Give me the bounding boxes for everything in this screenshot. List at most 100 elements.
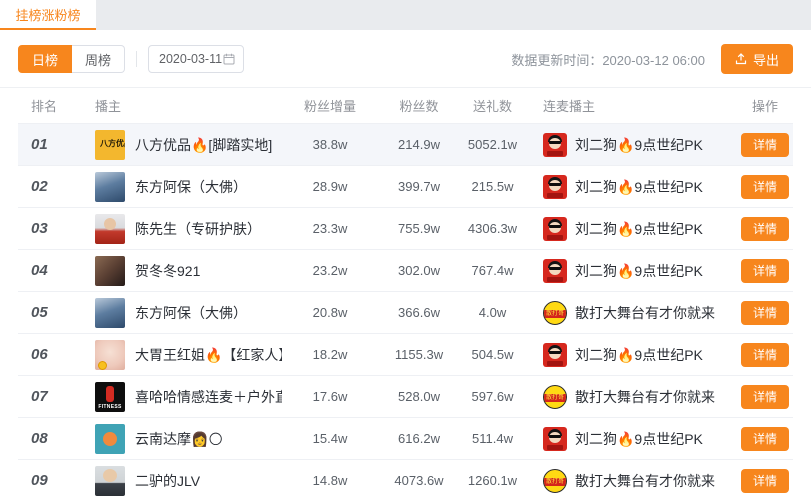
detail-button[interactable]: 详情 bbox=[741, 259, 789, 283]
table-row: 06 大胃王红姐🔥【红家人】 18.2w 1155.3w 504.5w 刘二狗🔥… bbox=[18, 333, 793, 375]
cohost-avatar-sanda: 散打哥 bbox=[543, 301, 567, 325]
cohost-name: 刘二狗🔥9点世纪PK bbox=[575, 261, 703, 281]
streamer-name: 云南达摩👩🌕 bbox=[135, 429, 223, 449]
detail-button[interactable]: 详情 bbox=[741, 175, 789, 199]
cohost-name: 刘二狗🔥9点世纪PK bbox=[575, 345, 703, 365]
fan-increase: 23.2w bbox=[282, 263, 378, 278]
detail-button[interactable]: 详情 bbox=[741, 343, 789, 367]
fan-increase: 23.3w bbox=[282, 221, 378, 236]
cohost-name: 刘二狗🔥9点世纪PK bbox=[575, 177, 703, 197]
date-value: 2020-03-11 bbox=[159, 52, 222, 66]
header-fan-count: 粉丝数 bbox=[378, 96, 460, 115]
table-row: 09 二驴的JLV 14.8w 4073.6w 1260.1w 散打哥 散打大舞… bbox=[18, 459, 793, 500]
streamer-avatar: FITNESS bbox=[95, 382, 125, 412]
streamer-avatar bbox=[95, 340, 125, 370]
rank: 06 bbox=[18, 346, 80, 363]
cohost-avatar-sanda: 散打哥 bbox=[543, 469, 567, 493]
streamer-name: 东方阿保（大佛） bbox=[135, 303, 247, 323]
weekly-rank-button[interactable]: 周榜 bbox=[72, 45, 125, 73]
detail-button[interactable]: 详情 bbox=[741, 469, 789, 493]
fan-count: 399.7w bbox=[378, 179, 460, 194]
fan-increase: 28.9w bbox=[282, 179, 378, 194]
streamer-avatar: 八方优品 bbox=[95, 130, 125, 160]
rank: 04 bbox=[18, 262, 80, 279]
gift-count: 504.5w bbox=[460, 347, 525, 362]
cohost-avatar-liuergou bbox=[543, 175, 567, 199]
export-button[interactable]: 导出 bbox=[721, 44, 793, 74]
fan-increase: 17.6w bbox=[282, 389, 378, 404]
fan-count: 302.0w bbox=[378, 263, 460, 278]
header-rank: 排名 bbox=[18, 96, 80, 115]
detail-button[interactable]: 详情 bbox=[741, 427, 789, 451]
cohost-avatar-liuergou bbox=[543, 217, 567, 241]
header-streamer: 播主 bbox=[80, 96, 282, 115]
fan-increase: 15.4w bbox=[282, 431, 378, 446]
cohost-name: 刘二狗🔥9点世纪PK bbox=[575, 429, 703, 449]
date-picker[interactable]: 2020-03-11 bbox=[148, 45, 244, 73]
header-gift-count: 送礼数 bbox=[460, 96, 525, 115]
cohost-name: 刘二狗🔥9点世纪PK bbox=[575, 219, 703, 239]
cohost-avatar-liuergou bbox=[543, 259, 567, 283]
rank: 07 bbox=[18, 388, 80, 405]
fan-count: 616.2w bbox=[378, 431, 460, 446]
cohost-avatar-liuergou bbox=[543, 343, 567, 367]
tab-fan-growth-ranking[interactable]: 挂榜涨粉榜 bbox=[0, 0, 96, 30]
streamer-avatar bbox=[95, 298, 125, 328]
streamer-name: 东方阿保（大佛） bbox=[135, 177, 247, 197]
fan-count: 214.9w bbox=[378, 137, 460, 152]
table-row: 05 东方阿保（大佛） 20.8w 366.6w 4.0w 散打哥 散打大舞台有… bbox=[18, 291, 793, 333]
streamer-name: 大胃王红姐🔥【红家人】 bbox=[135, 345, 282, 365]
fan-count: 528.0w bbox=[378, 389, 460, 404]
cohost-avatar-liuergou bbox=[543, 427, 567, 451]
streamer-avatar bbox=[95, 214, 125, 244]
detail-button[interactable]: 详情 bbox=[741, 385, 789, 409]
fan-count: 755.9w bbox=[378, 221, 460, 236]
rank: 01 bbox=[18, 136, 80, 153]
streamer-avatar bbox=[95, 466, 125, 496]
table-row: 02 东方阿保（大佛） 28.9w 399.7w 215.5w 刘二狗🔥9点世纪… bbox=[18, 165, 793, 207]
table-row: 03 陈先生（专研护肤） 23.3w 755.9w 4306.3w 刘二狗🔥9点… bbox=[18, 207, 793, 249]
fan-increase: 14.8w bbox=[282, 473, 378, 488]
gift-count: 4.0w bbox=[460, 305, 525, 320]
gift-count: 597.6w bbox=[460, 389, 525, 404]
data-update-time: 数据更新时间：2020-03-12 06:00 bbox=[511, 50, 705, 69]
gift-count: 4306.3w bbox=[460, 221, 525, 236]
cohost-name: 散打大舞台有才你就来 bbox=[575, 471, 715, 491]
table-header: 排名 播主 粉丝增量 粉丝数 送礼数 连麦播主 操作 bbox=[18, 88, 793, 123]
header-fan-increase: 粉丝增量 bbox=[282, 96, 378, 115]
gift-count: 1260.1w bbox=[460, 473, 525, 488]
rank: 03 bbox=[18, 220, 80, 237]
detail-button[interactable]: 详情 bbox=[741, 217, 789, 241]
fan-count: 4073.6w bbox=[378, 473, 460, 488]
period-toggle: 日榜 周榜 bbox=[18, 45, 125, 73]
streamer-avatar bbox=[95, 172, 125, 202]
detail-button[interactable]: 详情 bbox=[741, 133, 789, 157]
streamer-name: 二驴的JLV bbox=[135, 471, 200, 491]
fan-increase: 18.2w bbox=[282, 347, 378, 362]
fan-increase: 38.8w bbox=[282, 137, 378, 152]
gift-count: 511.4w bbox=[460, 431, 525, 446]
streamer-avatar bbox=[95, 424, 125, 454]
rank: 09 bbox=[18, 472, 80, 489]
cohost-name: 散打大舞台有才你就来 bbox=[575, 303, 715, 323]
fan-count: 366.6w bbox=[378, 305, 460, 320]
ranking-table: 排名 播主 粉丝增量 粉丝数 送礼数 连麦播主 操作 01 八方优品 八方优品🔥… bbox=[0, 88, 811, 500]
rank: 05 bbox=[18, 304, 80, 321]
table-row: 08 云南达摩👩🌕 15.4w 616.2w 511.4w 刘二狗🔥9点世纪PK… bbox=[18, 417, 793, 459]
streamer-name: 喜哈哈情感连麦＋户外直播 bbox=[135, 387, 282, 407]
divider bbox=[136, 51, 137, 67]
gift-count: 215.5w bbox=[460, 179, 525, 194]
calendar-icon bbox=[223, 53, 235, 65]
streamer-name: 八方优品🔥[脚踏实地] bbox=[135, 135, 272, 155]
gift-count: 5052.1w bbox=[460, 137, 525, 152]
streamer-name: 陈先生（专研护肤） bbox=[135, 219, 261, 239]
verified-badge bbox=[98, 361, 107, 370]
rank: 02 bbox=[18, 178, 80, 195]
toolbar: 日榜 周榜 2020-03-11 数据更新时间：2020-03-12 06:00… bbox=[0, 30, 811, 88]
table-row: 01 八方优品 八方优品🔥[脚踏实地] 38.8w 214.9w 5052.1w… bbox=[18, 123, 793, 165]
tab-strip: 挂榜涨粉榜 bbox=[0, 0, 811, 30]
cohost-name: 散打大舞台有才你就来 bbox=[575, 387, 715, 407]
daily-rank-button[interactable]: 日榜 bbox=[18, 45, 72, 73]
table-row: 07 FITNESS 喜哈哈情感连麦＋户外直播 17.6w 528.0w 597… bbox=[18, 375, 793, 417]
detail-button[interactable]: 详情 bbox=[741, 301, 789, 325]
